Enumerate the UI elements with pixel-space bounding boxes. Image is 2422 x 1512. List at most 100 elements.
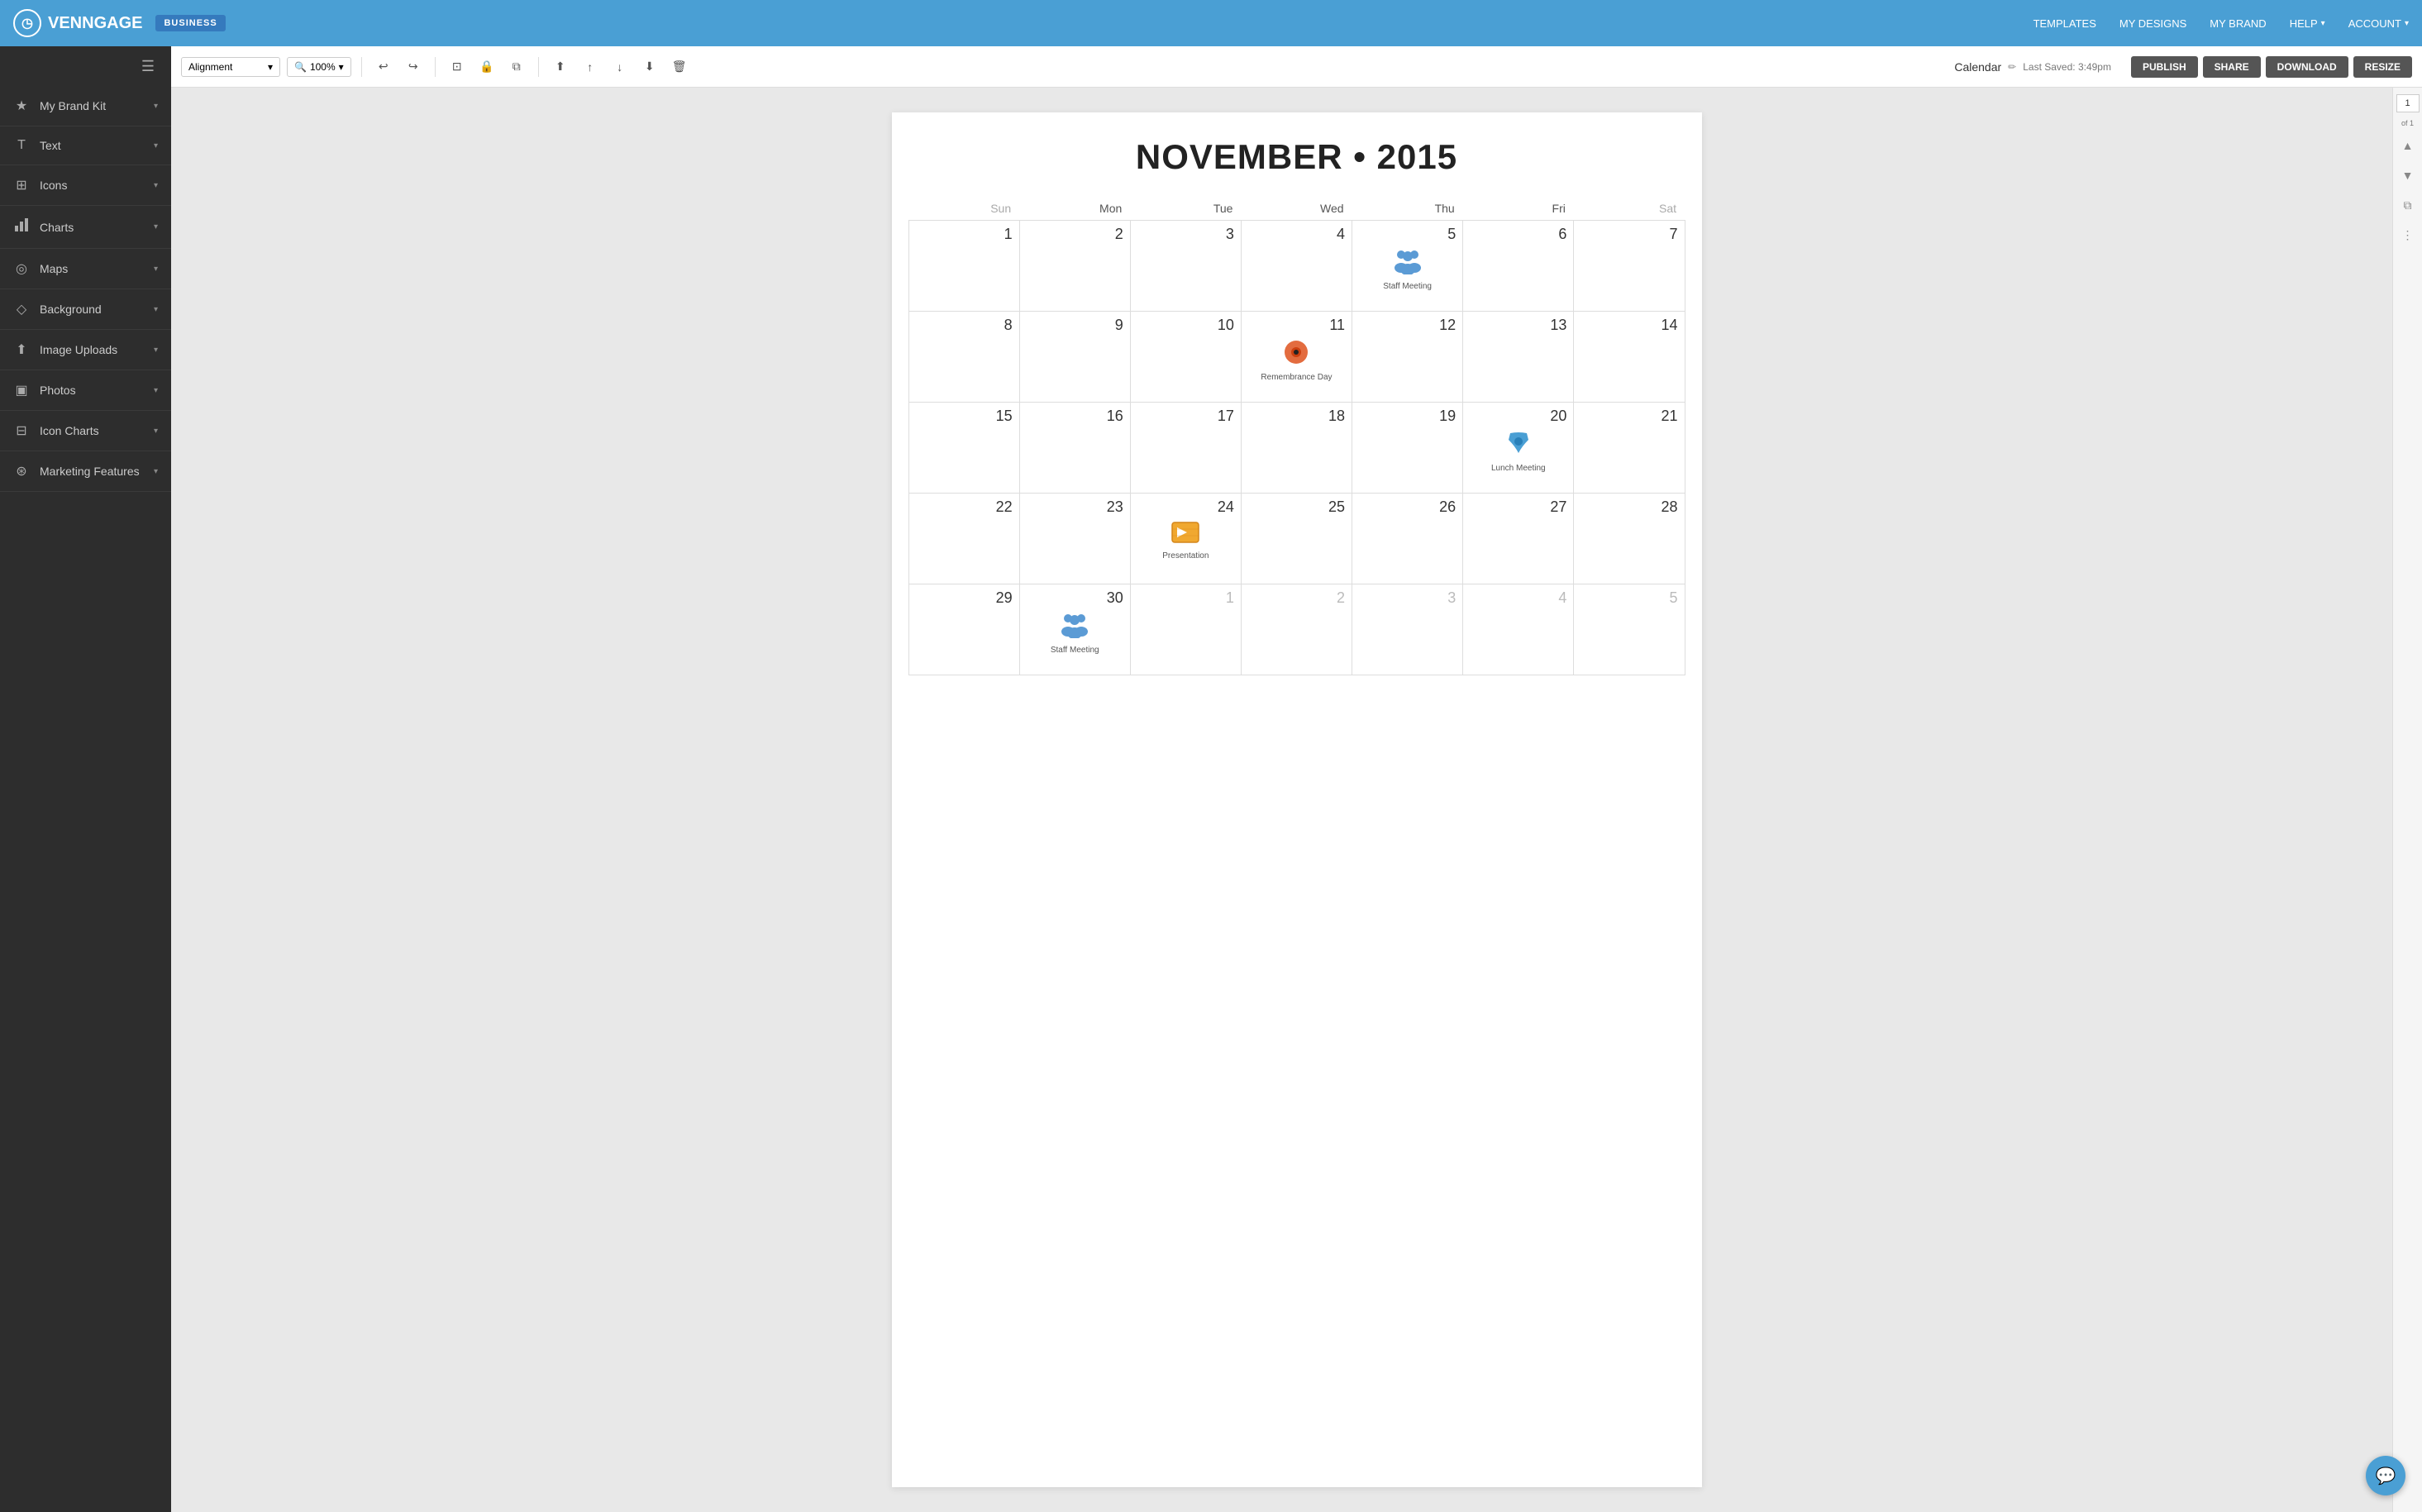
calendar-cell[interactable]: 3 [1352,584,1463,675]
calendar-cell[interactable]: 2 [1241,584,1352,675]
sidebar-item-maps[interactable]: ◎ Maps ▾ [0,249,171,289]
crop-button[interactable]: ⊡ [446,55,469,79]
arrange-up-button[interactable]: ↑ [579,55,602,79]
sidebar-item-image-uploads[interactable]: ⬆ Image Uploads ▾ [0,330,171,370]
app-logo[interactable]: ◷ VENNGAGE [13,9,142,37]
day-number: 12 [1359,317,1456,334]
panel-layers[interactable]: ⧉ [2396,193,2420,217]
calendar-cell[interactable]: 8 [908,312,1019,403]
nav-help[interactable]: HELP▾ [2290,17,2325,30]
calendar-cell[interactable]: 23 [1019,494,1130,584]
day-number: 20 [1470,408,1566,425]
business-badge[interactable]: BUSINESS [155,15,225,31]
alignment-select[interactable]: Alignment ▾ [181,57,280,77]
nav-account[interactable]: ACCOUNT▾ [2348,17,2409,30]
arrange-bottom-button[interactable]: ⬇ [638,55,661,79]
calendar-cell[interactable]: 4 [1241,221,1352,312]
panel-nav-up[interactable]: ▲ [2396,134,2420,157]
chevron-down-icon: ▾ [154,467,158,476]
calendar-cell[interactable]: 1 [1130,584,1241,675]
calendar-cell[interactable]: 15 [908,403,1019,494]
day-number: 25 [1248,498,1345,516]
lock-button[interactable]: 🔒 [475,55,498,79]
arrange-down-button[interactable]: ↓ [608,55,632,79]
sidebar-item-photos[interactable]: ▣ Photos ▾ [0,370,171,411]
calendar-event[interactable]: Staff Meeting [1359,248,1456,291]
event-label: Lunch Meeting [1491,464,1546,473]
nav-my-brand[interactable]: MY BRAND [2210,17,2266,30]
calendar-cell[interactable]: 6 [1463,221,1574,312]
sidebar-item-label: My Brand Kit [40,99,144,112]
calendar-cell[interactable]: 16 [1019,403,1130,494]
sidebar-item-label: Icons [40,179,144,192]
calendar-cell[interactable]: 25 [1241,494,1352,584]
calendar-cell[interactable]: 30 Staff Meeting [1019,584,1130,675]
zoom-control[interactable]: 🔍 100% ▾ [287,57,351,77]
nav-templates[interactable]: TEMPLATES [2033,17,2096,30]
panel-nav-down[interactable]: ▼ [2396,164,2420,187]
sidebar-item-icon-charts[interactable]: ⊟ Icon Charts ▾ [0,411,171,451]
sidebar-item-icons[interactable]: ⊞ Icons ▾ [0,165,171,206]
share-button[interactable]: SHARE [2203,56,2261,78]
day-number: 28 [1580,498,1677,516]
calendar-event[interactable]: Staff Meeting [1027,612,1123,655]
calendar-cell[interactable]: 4 [1463,584,1574,675]
calendar-cell[interactable]: 24 Presentation [1130,494,1241,584]
sidebar-toggle[interactable]: ☰ [0,46,171,86]
page-number[interactable]: 1 [2396,94,2420,112]
duplicate-button[interactable]: ⧉ [505,55,528,79]
panel-more[interactable]: ⋮ [2396,223,2420,246]
day-number: 7 [1580,226,1677,243]
calendar-cell[interactable]: 26 [1352,494,1463,584]
sidebar: ☰ ★ My Brand Kit ▾ T Text ▾ ⊞ Icons ▾ Ch… [0,46,171,1512]
calendar-cell[interactable]: 13 [1463,312,1574,403]
calendar-cell[interactable]: 12 [1352,312,1463,403]
calendar-event[interactable]: Lunch Meeting [1470,430,1566,473]
download-button[interactable]: DOWNLOAD [2266,56,2348,78]
calendar-cell[interactable]: 9 [1019,312,1130,403]
chat-bubble-button[interactable]: 💬 [2366,1456,2405,1495]
resize-button[interactable]: RESIZE [2353,56,2412,78]
calendar-cell[interactable]: 2 [1019,221,1130,312]
sidebar-item-charts[interactable]: Charts ▾ [0,206,171,249]
calendar-cell[interactable]: 10 [1130,312,1241,403]
redo-button[interactable]: ↪ [402,55,425,79]
calendar-cell[interactable]: 14 [1574,312,1685,403]
col-thu: Thu [1352,197,1463,221]
calendar-event[interactable]: Presentation [1137,521,1234,560]
calendar-cell[interactable]: 17 [1130,403,1241,494]
arrange-top-button[interactable]: ⬆ [549,55,572,79]
photos-icon: ▣ [13,382,30,398]
sidebar-item-text[interactable]: T Text ▾ [0,126,171,165]
calendar-cell[interactable]: 22 [908,494,1019,584]
calendar-cell[interactable]: 21 [1574,403,1685,494]
calendar-cell[interactable]: 28 [1574,494,1685,584]
calendar-cell[interactable]: 20 Lunch Meeting [1463,403,1574,494]
nav-my-designs[interactable]: MY DESIGNS [2119,17,2186,30]
calendar-cell[interactable]: 3 [1130,221,1241,312]
event-label: Staff Meeting [1051,646,1099,655]
day-number: 23 [1027,498,1123,516]
calendar-cell[interactable]: 7 [1574,221,1685,312]
main-canvas[interactable]: NOVEMBER • 2015 Sun Mon Tue Wed Thu Fri … [171,88,2422,1512]
calendar-cell[interactable]: 11 Remembrance Day [1241,312,1352,403]
calendar-cell[interactable]: 5 Staff Meeting [1352,221,1463,312]
chevron-down-icon: ▾ [154,386,158,395]
calendar-cell[interactable]: 19 [1352,403,1463,494]
calendar-event[interactable]: Remembrance Day [1248,339,1345,382]
calendar-cell[interactable]: 27 [1463,494,1574,584]
sidebar-item-my-brand-kit[interactable]: ★ My Brand Kit ▾ [0,86,171,126]
delete-button[interactable]: 🗑 [668,55,691,79]
toolbar-actions: PUBLISH SHARE DOWNLOAD RESIZE [2131,56,2412,78]
day-number: 22 [916,498,1013,516]
publish-button[interactable]: PUBLISH [2131,56,2198,78]
sidebar-item-marketing-features[interactable]: ⊛ Marketing Features ▾ [0,451,171,492]
calendar-cell[interactable]: 5 [1574,584,1685,675]
calendar-cell[interactable]: 29 [908,584,1019,675]
calendar-cell[interactable]: 18 [1241,403,1352,494]
event-label: Staff Meeting [1383,282,1432,291]
edit-title-icon[interactable]: ✏ [2008,61,2016,73]
calendar-cell[interactable]: 1 [908,221,1019,312]
undo-button[interactable]: ↩ [372,55,395,79]
sidebar-item-background[interactable]: ◇ Background ▾ [0,289,171,330]
